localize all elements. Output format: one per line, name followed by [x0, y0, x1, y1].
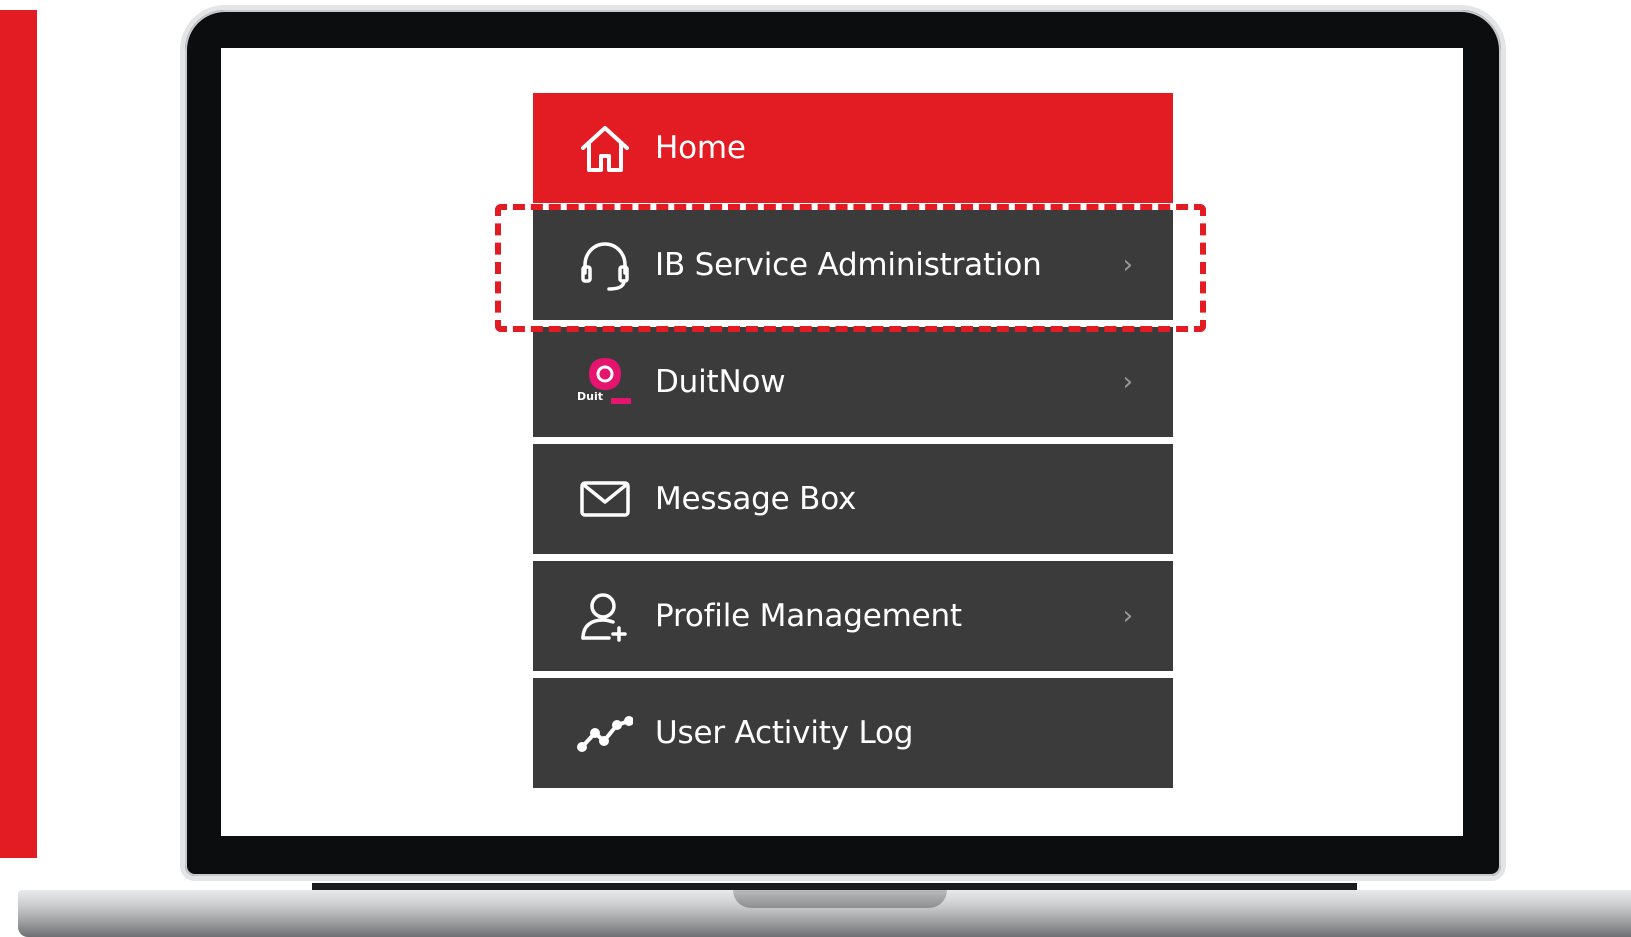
user-add-icon — [573, 584, 637, 648]
duitnow-logo-text: Duit — [577, 390, 603, 403]
red-side-bar — [0, 10, 37, 858]
menu-item-message-box[interactable]: Message Box — [533, 444, 1173, 554]
menu-item-home[interactable]: Home — [533, 93, 1173, 203]
duitnow-logo-icon: Duit — [573, 350, 637, 414]
menu-item-profile-management[interactable]: Profile Management › — [533, 561, 1173, 671]
laptop-screen: Home IB Service Administration › Duit Du… — [221, 48, 1463, 836]
menu-item-label: Message Box — [655, 481, 857, 517]
menu-item-label: IB Service Administration — [655, 247, 1042, 283]
menu-item-duitnow[interactable]: Duit DuitNow › — [533, 327, 1173, 437]
chevron-right-icon: › — [1122, 250, 1133, 280]
menu-item-user-activity-log[interactable]: User Activity Log — [533, 678, 1173, 788]
menu-item-label: Home — [655, 130, 746, 166]
home-icon — [573, 116, 637, 180]
menu-item-label: DuitNow — [655, 364, 786, 400]
envelope-icon — [573, 467, 637, 531]
menu-item-ib-service-administration[interactable]: IB Service Administration › — [533, 210, 1173, 320]
menu-item-label: User Activity Log — [655, 715, 914, 751]
trend-line-icon — [573, 701, 637, 765]
chevron-right-icon: › — [1122, 601, 1133, 631]
laptop-notch — [733, 890, 947, 908]
menu-item-label: Profile Management — [655, 598, 962, 634]
chevron-right-icon: › — [1122, 367, 1133, 397]
headset-icon — [573, 233, 637, 297]
